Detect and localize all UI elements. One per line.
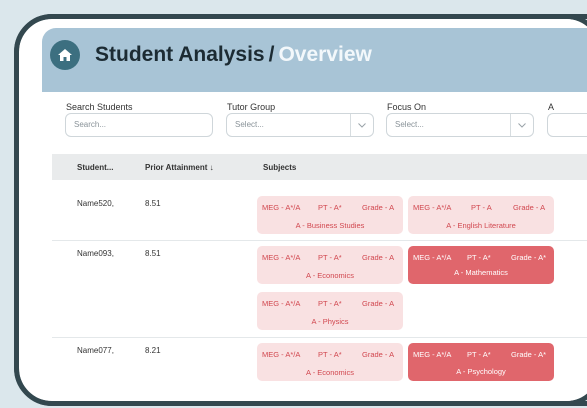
home-icon bbox=[58, 49, 72, 61]
meg-grade: MEG - A*/A bbox=[262, 350, 301, 359]
row-divider bbox=[52, 240, 587, 241]
current-grade: Grade - A bbox=[362, 299, 395, 308]
pt-grade: PT - A bbox=[471, 203, 492, 212]
subject-card[interactable]: MEG - A*/A PT - A* Grade - A* A - Psycholo… bbox=[408, 343, 554, 381]
tutor-group-select[interactable]: Select... bbox=[226, 113, 374, 137]
col-student[interactable]: Student... bbox=[77, 163, 113, 172]
focus-on-select[interactable]: Select... bbox=[386, 113, 534, 137]
extra-filter-select[interactable] bbox=[547, 113, 587, 137]
meg-grade: MEG - A*/A bbox=[413, 253, 452, 262]
pt-grade: PT - A* bbox=[318, 299, 342, 308]
pt-grade: PT - A* bbox=[467, 350, 491, 359]
title-main: Student Analysis bbox=[95, 43, 265, 66]
subject-name: A - English Literature bbox=[446, 221, 516, 230]
subject-card[interactable]: MEG - A*/A PT - A* Grade - A* A - Mathemat… bbox=[408, 246, 554, 284]
extra-filter-label: A bbox=[548, 102, 555, 112]
current-grade: Grade - A* bbox=[511, 253, 547, 262]
subject-card[interactable]: MEG - A*/A PT - A Grade - A A - English Li… bbox=[408, 196, 554, 234]
student-name[interactable]: Name077, bbox=[77, 346, 114, 355]
current-grade: Grade - A bbox=[362, 350, 395, 359]
meg-grade: MEG - A*/A bbox=[262, 253, 301, 262]
subject-name: A - Economics bbox=[306, 271, 354, 280]
current-grade: Grade - A bbox=[513, 203, 546, 212]
subject-card[interactable]: MEG - A*/A PT - A* Grade - A A - Economics bbox=[257, 246, 403, 284]
subject-name: A - Business Studies bbox=[295, 221, 365, 230]
meg-grade: MEG - A*/A bbox=[262, 299, 301, 308]
current-grade: Grade - A* bbox=[511, 350, 547, 359]
col-prior-label: Prior Attainment bbox=[145, 163, 208, 172]
sort-down-icon: ↓ bbox=[209, 163, 214, 172]
title-subtitle: Overview bbox=[278, 43, 372, 66]
focus-on-label: Focus On bbox=[387, 102, 427, 112]
subject-card[interactable]: MEG - A*/A PT - A* Grade - A A - Economics bbox=[257, 343, 403, 381]
pt-grade: PT - A* bbox=[318, 253, 342, 262]
col-prior-attainment[interactable]: Prior Attainment ↓ bbox=[145, 163, 214, 172]
current-grade: Grade - A bbox=[362, 253, 395, 262]
pt-grade: PT - A* bbox=[467, 253, 491, 262]
chevron-down-icon bbox=[350, 114, 373, 136]
student-name[interactable]: Name093, bbox=[77, 249, 114, 258]
search-placeholder: Search... bbox=[74, 120, 107, 129]
search-input[interactable]: Search... bbox=[65, 113, 213, 137]
focus-on-value: Select... bbox=[395, 120, 424, 129]
chevron-down-icon bbox=[510, 114, 533, 136]
pt-grade: PT - A* bbox=[318, 203, 342, 212]
prior-attainment: 8.51 bbox=[145, 199, 161, 208]
home-button[interactable] bbox=[50, 40, 80, 70]
prior-attainment: 8.21 bbox=[145, 346, 161, 355]
subject-card[interactable]: MEG - A*/A PT - A* Grade - A A - Business … bbox=[257, 196, 403, 234]
pt-grade: PT - A* bbox=[318, 350, 342, 359]
tutor-group-label: Tutor Group bbox=[227, 102, 276, 112]
col-subjects: Subjects bbox=[263, 163, 297, 172]
meg-grade: MEG - A*/A bbox=[413, 203, 452, 212]
tutor-group-value: Select... bbox=[235, 120, 264, 129]
meg-grade: MEG - A*/A bbox=[413, 350, 452, 359]
student-name[interactable]: Name520, bbox=[77, 199, 114, 208]
subject-name: A - Economics bbox=[306, 368, 354, 377]
row-divider bbox=[52, 337, 587, 338]
current-grade: Grade - A bbox=[362, 203, 395, 212]
search-label: Search Students bbox=[66, 102, 133, 112]
table-header: Student... Prior Attainment ↓ Subjects bbox=[52, 154, 587, 180]
title-separator: / bbox=[268, 43, 275, 66]
prior-attainment: 8.51 bbox=[145, 249, 161, 258]
subject-name: A - Psychology bbox=[456, 367, 506, 376]
page-title: Student Analysis / Overview bbox=[95, 43, 372, 67]
meg-grade: MEG - A*/A bbox=[262, 203, 301, 212]
subject-card[interactable]: MEG - A*/A PT - A* Grade - A A - Physics bbox=[257, 292, 403, 330]
subject-name: A - Mathematics bbox=[454, 268, 508, 277]
subject-name: A - Physics bbox=[311, 317, 349, 326]
